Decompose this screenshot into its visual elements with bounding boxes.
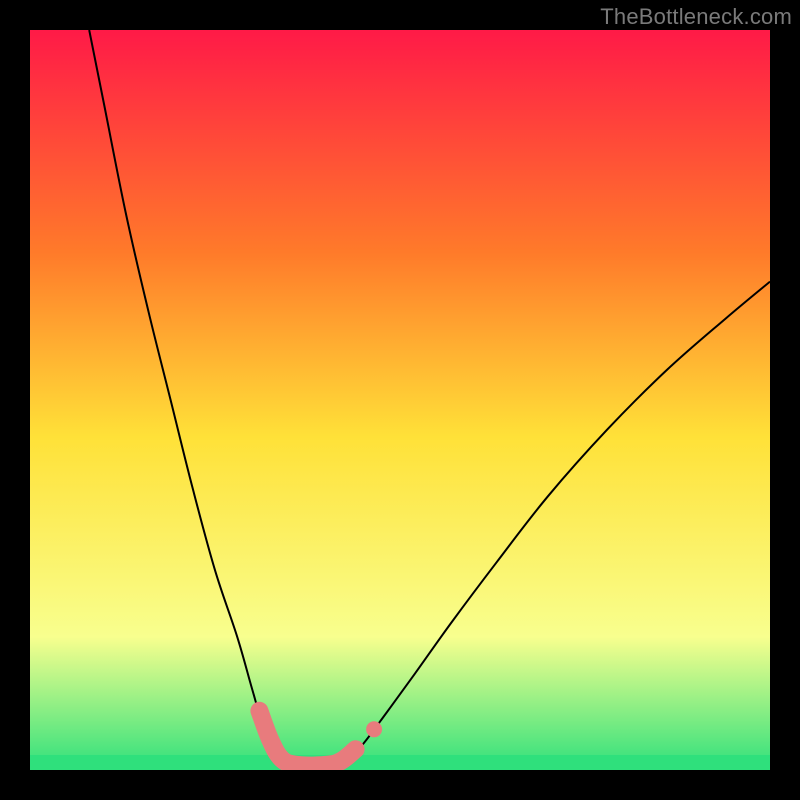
gradient-background [30,30,770,770]
highlight-endpoint [366,721,382,737]
chart-svg [30,30,770,770]
plot-area [30,30,770,770]
chart-frame: TheBottleneck.com [0,0,800,800]
watermark-text: TheBottleneck.com [600,4,792,30]
green-baseline-band [30,755,770,770]
